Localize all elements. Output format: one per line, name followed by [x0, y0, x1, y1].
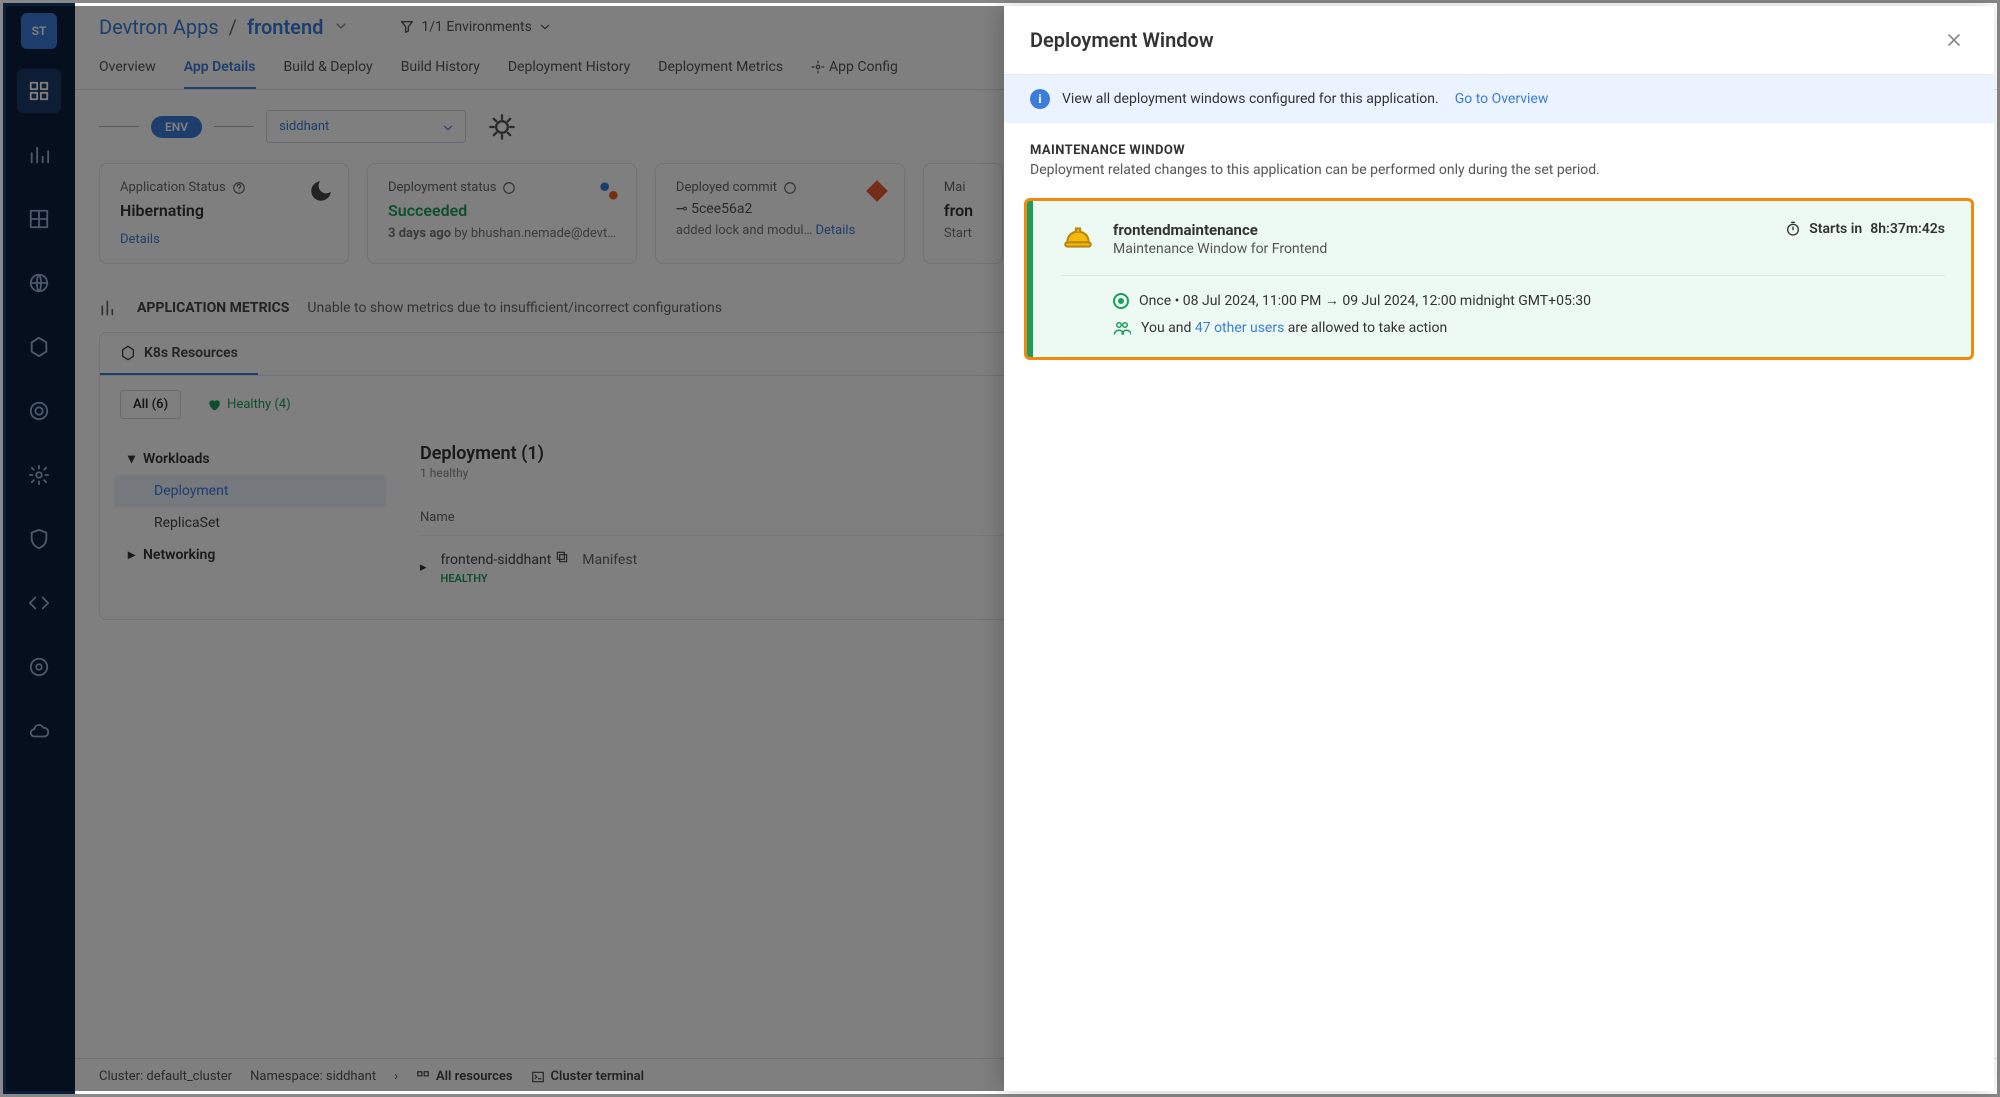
- banner-text: View all deployment windows configured f…: [1062, 91, 1439, 107]
- perm-text: You and 47 other users are allowed to ta…: [1141, 320, 1447, 336]
- window-card-header: frontendmaintenance Maintenance Window f…: [1061, 221, 1945, 276]
- info-icon: i: [1030, 89, 1050, 109]
- status-dot-icon: [1113, 293, 1129, 309]
- section-sub: Deployment related changes to this appli…: [1030, 162, 1968, 178]
- green-stripe: [1027, 201, 1033, 357]
- users-icon: [1113, 319, 1131, 337]
- timer-label: Starts in: [1809, 221, 1862, 237]
- window-timer: Starts in 8h:37m:42s: [1785, 221, 1945, 237]
- window-card-body: Once • 08 Jul 2024, 11:00 PM → 09 Jul 20…: [1061, 276, 1945, 337]
- users-link[interactable]: 47 other users: [1195, 320, 1284, 336]
- info-banner: i View all deployment windows configured…: [1004, 75, 1994, 123]
- deployment-window-drawer: Deployment Window i View all deployment …: [1004, 6, 1994, 1091]
- drawer-header: Deployment Window: [1004, 6, 1994, 75]
- close-button[interactable]: [1940, 26, 1968, 54]
- hardhat-icon: [1061, 221, 1095, 255]
- timer-value: 8h:37m:42s: [1870, 221, 1945, 237]
- stopwatch-icon: [1785, 221, 1801, 237]
- maintenance-section: MAINTENANCE WINDOW Deployment related ch…: [1004, 123, 1994, 198]
- permission-row: You and 47 other users are allowed to ta…: [1113, 319, 1945, 337]
- schedule-row: Once • 08 Jul 2024, 11:00 PM → 09 Jul 20…: [1113, 292, 1945, 309]
- window-desc: Maintenance Window for Frontend: [1113, 241, 1327, 257]
- window-name: frontendmaintenance: [1113, 221, 1327, 239]
- close-icon: [1944, 30, 1964, 50]
- maintenance-window-card: frontendmaintenance Maintenance Window f…: [1024, 198, 1974, 360]
- schedule-text: Once • 08 Jul 2024, 11:00 PM → 09 Jul 20…: [1139, 292, 1591, 309]
- drawer-title: Deployment Window: [1030, 28, 1214, 52]
- go-to-overview-link[interactable]: Go to Overview: [1455, 91, 1549, 107]
- section-title: MAINTENANCE WINDOW: [1030, 143, 1968, 158]
